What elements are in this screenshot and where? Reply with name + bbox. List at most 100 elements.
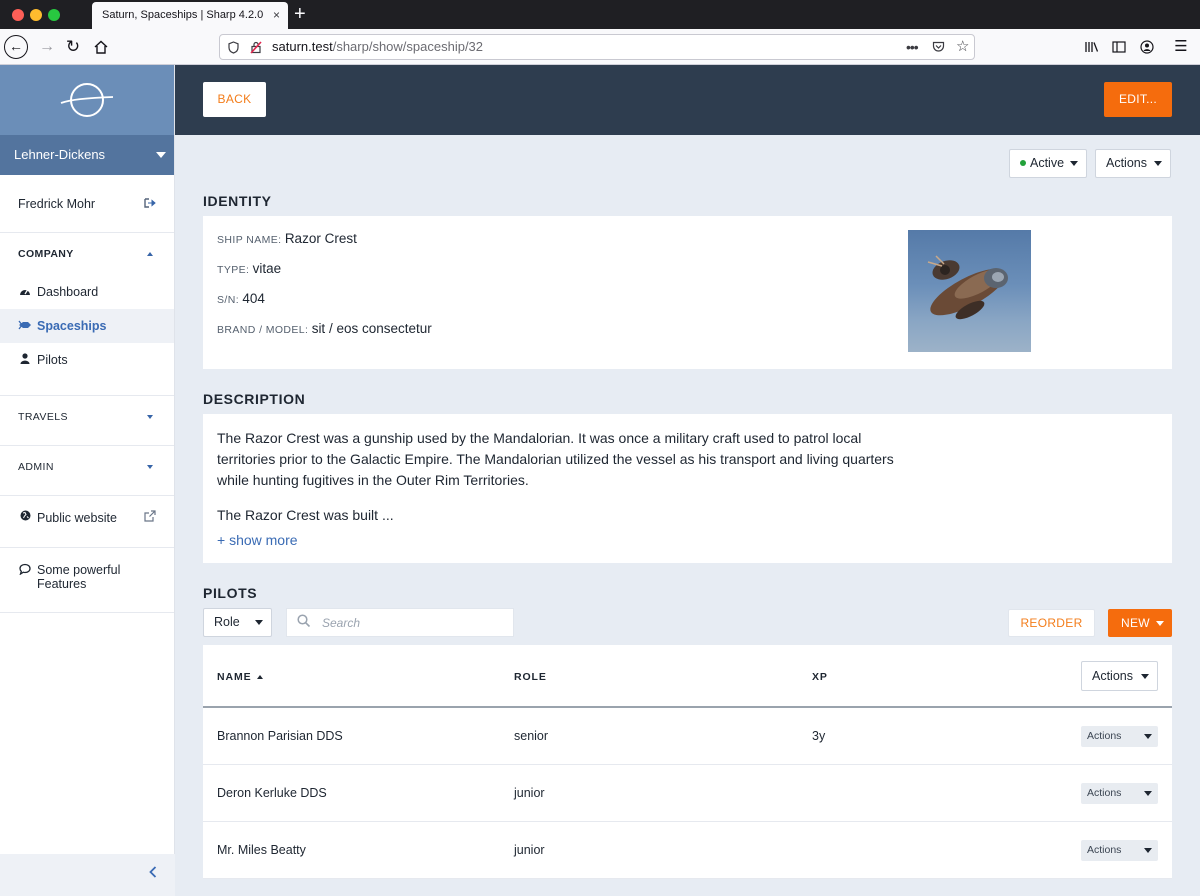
browser-forward-icon[interactable]: → [34, 34, 60, 60]
sidebar-item-label: Dashboard [37, 285, 99, 299]
minimize-window-button[interactable] [30, 9, 42, 21]
field-value: vitae [252, 261, 282, 276]
search-icon [297, 614, 311, 628]
sidebar-item-pilots[interactable]: Pilots [0, 343, 174, 377]
library-icon[interactable] [1079, 34, 1105, 60]
saturn-logo-icon[interactable] [59, 78, 115, 122]
field-serial-number: S/N: 404 [217, 291, 265, 306]
zoom-window-button[interactable] [48, 9, 60, 21]
cell-role: junior [514, 786, 545, 800]
hamburger-menu-icon[interactable]: ☰ [1168, 34, 1194, 60]
reload-icon[interactable]: ↻ [60, 34, 86, 60]
entity-actions-dropdown[interactable]: Actions [1095, 149, 1171, 178]
close-window-button[interactable] [12, 9, 24, 21]
row-actions-dropdown[interactable]: Actions [1081, 726, 1158, 747]
sort-ascending-icon [256, 675, 263, 679]
role-filter-dropdown[interactable]: Role [203, 608, 272, 637]
field-type: TYPE: vitae [217, 261, 282, 276]
column-header-xp: XP [812, 671, 828, 683]
actions-label: Actions [1106, 156, 1147, 170]
table-header-row: NAME ROLE XP Actions [203, 645, 1172, 708]
menu-category-travels-header[interactable]: TRAVELS [0, 396, 174, 445]
search-placeholder: Search [322, 616, 361, 630]
reorder-button[interactable]: REORDER [1008, 609, 1095, 637]
back-button[interactable]: BACK [203, 82, 266, 117]
chevron-left-icon[interactable] [149, 865, 157, 881]
cell-name: Deron Kerluke DDS [217, 786, 327, 800]
chevron-down-icon [1144, 848, 1152, 853]
cell-role: junior [514, 843, 545, 857]
browser-back-icon[interactable]: ← [4, 35, 28, 59]
menu-category-company-header[interactable]: COMPANY [0, 233, 174, 275]
logout-icon[interactable] [144, 175, 156, 233]
chevron-down-icon [255, 620, 263, 625]
chevron-down-icon [1144, 734, 1152, 739]
bulk-actions-dropdown[interactable]: Actions [1081, 661, 1158, 691]
description-line: The Razor Crest was a gunship used by th… [217, 430, 862, 446]
sidebar-item-features[interactable]: Some powerful Features [0, 548, 174, 613]
field-value: 404 [242, 291, 265, 306]
url-host: saturn.test [272, 39, 333, 54]
show-more-link[interactable]: + show more [217, 532, 298, 548]
new-pilot-button[interactable]: NEW [1108, 609, 1172, 637]
chevron-up-icon [147, 252, 153, 256]
browser-tab-strip: Saturn, Spaceships | Sharp 4.2.0 × + [0, 0, 1200, 29]
description-panel: The Razor Crest was a gunship used by th… [203, 414, 1172, 563]
account-icon[interactable] [1134, 34, 1160, 60]
new-tab-button[interactable]: + [294, 3, 306, 25]
sidebar-item-public-website[interactable]: Public website [0, 496, 174, 548]
browser-tab-title: Saturn, Spaceships | Sharp 4.2.0 [102, 9, 264, 21]
bookmark-star-icon[interactable]: ☆ [956, 35, 969, 59]
globe-icon [18, 495, 32, 539]
tab-close-icon[interactable]: × [273, 8, 280, 22]
url-bar[interactable]: saturn.test/sharp/show/spaceship/32 ••• … [219, 34, 975, 60]
company-selector[interactable]: Lehner-Dickens [0, 135, 174, 175]
home-icon[interactable] [88, 34, 114, 60]
page-actions-icon[interactable]: ••• [906, 35, 919, 59]
sidebar-item-dashboard[interactable]: Dashboard [0, 275, 174, 309]
actions-label: Actions [1087, 844, 1122, 856]
state-dropdown[interactable]: Active [1009, 149, 1087, 178]
column-header-role: ROLE [514, 671, 547, 683]
actions-label: Actions [1092, 669, 1133, 683]
sidebar-item-label: Pilots [37, 353, 68, 367]
chevron-down-icon [156, 152, 166, 158]
browser-tab[interactable]: Saturn, Spaceships | Sharp 4.2.0 × [92, 2, 288, 29]
menu-category-travels: TRAVELS [0, 396, 174, 446]
pocket-icon[interactable] [932, 35, 945, 61]
collapse-sidebar-bar[interactable] [0, 854, 175, 896]
row-actions-dropdown[interactable]: Actions [1081, 783, 1158, 804]
spaceship-icon [18, 309, 32, 343]
menu-category-admin-header[interactable]: ADMIN [0, 446, 174, 495]
chevron-down-icon [1156, 621, 1164, 626]
field-value: Razor Crest [284, 231, 357, 246]
sidebar-item-label: Spaceships [37, 319, 107, 333]
menu-category-admin: ADMIN [0, 446, 174, 496]
brand-header [0, 65, 174, 135]
field-label: TYPE [217, 264, 247, 276]
table-row[interactable]: Mr. Miles Beatty junior Actions [203, 822, 1172, 879]
search-input[interactable]: Search [286, 608, 514, 637]
menu-category-label: COMPANY [18, 248, 74, 260]
state-label: Active [1030, 156, 1065, 170]
sidebar-item-spaceships[interactable]: Spaceships [0, 309, 174, 343]
insecure-lock-icon[interactable] [250, 35, 262, 62]
row-actions-dropdown[interactable]: Actions [1081, 840, 1158, 861]
shield-icon[interactable] [228, 35, 239, 62]
chevron-down-icon [147, 465, 153, 469]
sidebar-toggle-icon[interactable] [1106, 34, 1132, 60]
section-title-pilots: PILOTS [203, 585, 258, 601]
cell-name: Mr. Miles Beatty [217, 843, 306, 857]
field-value: sit / eos consectetur [311, 321, 432, 336]
column-header-name[interactable]: NAME [217, 671, 263, 683]
table-row[interactable]: Deron Kerluke DDS junior Actions [203, 765, 1172, 822]
user-name: Fredrick Mohr [18, 197, 96, 211]
table-row[interactable]: Brannon Parisian DDS senior 3y Actions [203, 708, 1172, 765]
url-text[interactable]: saturn.test/sharp/show/spaceship/32 [272, 35, 483, 59]
actions-label: Actions [1087, 730, 1122, 742]
field-ship-name: SHIP NAME: Razor Crest [217, 231, 357, 246]
edit-button[interactable]: EDIT... [1104, 82, 1172, 117]
menu-category-label: ADMIN [18, 461, 54, 473]
user-row: Fredrick Mohr [0, 175, 174, 233]
field-label: BRAND / MODEL [217, 324, 306, 336]
